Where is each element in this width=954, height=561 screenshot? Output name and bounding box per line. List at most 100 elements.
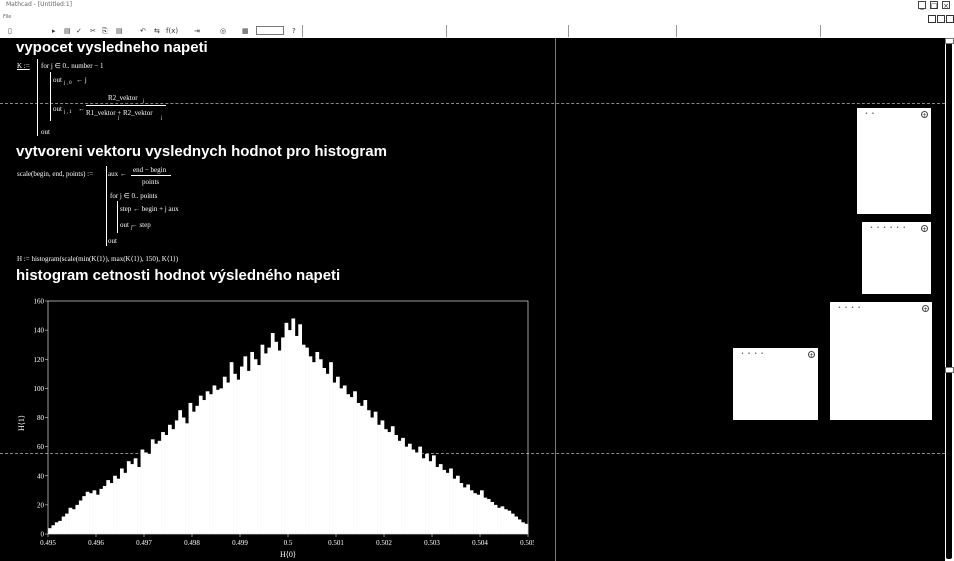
doc-close-icon[interactable]	[946, 15, 954, 23]
page-break-line	[0, 103, 945, 104]
histogram-bar	[432, 455, 436, 534]
histogram-bar	[339, 388, 344, 535]
undo-icon[interactable]: ↶	[140, 27, 146, 35]
close-button[interactable]: ×	[942, 1, 950, 10]
y-tick-label: 160	[34, 298, 45, 306]
k-out-sub: j , 0	[64, 81, 72, 86]
histogram-bar	[243, 356, 248, 534]
histogram-bar	[462, 487, 467, 534]
x-tick-label: 0.502	[376, 539, 392, 547]
panel-expand-icon[interactable]: +	[921, 225, 928, 233]
histogram-bar	[164, 434, 169, 534]
histogram-bar	[240, 366, 244, 534]
histogram-bar	[390, 426, 395, 534]
new-icon[interactable]: ▯	[8, 27, 12, 35]
zoom-select[interactable]: 125%	[256, 26, 284, 35]
histogram-bar	[305, 347, 309, 534]
histogram-bar	[116, 478, 121, 534]
histogram-bar	[336, 376, 340, 534]
histogram-bar	[54, 522, 59, 534]
properties-panel[interactable]: • • • • • • +	[862, 222, 931, 294]
toolbar-separator	[820, 25, 821, 37]
histogram-bar	[85, 491, 90, 534]
worksheet[interactable]: vypocet vysledneho napeti K := for j ∈ 0…	[0, 38, 945, 561]
histogram-bar	[168, 424, 172, 534]
histogram-bar	[212, 385, 217, 534]
k-lhs: K :=	[17, 62, 30, 70]
minimize-button[interactable]: _	[918, 1, 926, 10]
histogram-definition[interactable]: H := histogram(scale(min(K⟨1⟩), max(K⟨1⟩…	[17, 255, 178, 263]
histogram-bar	[322, 367, 327, 534]
histogram-bar	[456, 475, 460, 534]
help-icon[interactable]: ?	[292, 27, 296, 35]
histogram-bar	[102, 485, 107, 534]
unit-icon[interactable]: ⇥	[194, 27, 200, 35]
histogram-bar	[425, 453, 429, 534]
cut-icon[interactable]: ✂	[90, 27, 96, 35]
histogram-bar	[356, 402, 361, 534]
y-tick-label: 60	[37, 443, 45, 451]
x-axis-label: H⟨0⟩	[280, 550, 296, 559]
histogram-bar	[445, 472, 450, 534]
histogram-bar	[257, 365, 261, 534]
program-bar-inner	[50, 72, 51, 121]
histogram-bar	[318, 359, 323, 534]
toolbar: ▯ ▸ ▤ ✓ ✂ ⎘ ▤ ↶ ⇆ f(x) ⇥ ◎ ▦ 125% ?	[0, 24, 954, 39]
scrollbar-thumb[interactable]	[946, 40, 952, 559]
align-icon[interactable]: ⇆	[154, 27, 160, 35]
fraction-line	[86, 105, 166, 106]
save-icon[interactable]: ▤	[64, 27, 71, 35]
x-tick-label: 0.499	[232, 539, 248, 547]
histogram-bar	[435, 467, 440, 534]
histogram-bar	[342, 385, 347, 534]
resource-icon[interactable]: ◎	[220, 27, 226, 35]
x-tick-label: 0.495	[40, 539, 56, 547]
histogram-bar	[312, 362, 316, 534]
y-tick-label: 100	[34, 385, 45, 393]
vertical-scrollbar[interactable]	[945, 38, 954, 561]
histogram-bar	[68, 507, 73, 534]
scale-lhs: scale(begin, end, points) :=	[17, 170, 94, 178]
check-icon[interactable]: ✓	[76, 27, 82, 35]
y-axis-label: H⟨1⟩	[17, 415, 26, 431]
panel-expand-icon[interactable]: +	[921, 111, 928, 119]
histogram-bar	[298, 324, 303, 534]
histogram-plot[interactable]: 0 20 40 60 80 100 120 140 160 0.495 0.496 0.497 0.49…	[14, 295, 536, 561]
histogram-bar	[192, 411, 196, 534]
doc-restore-icon-2[interactable]	[937, 15, 945, 23]
histogram-bar	[397, 440, 402, 534]
panel-expand-icon[interactable]: +	[808, 351, 815, 359]
histogram-bar	[366, 410, 371, 534]
properties-panel[interactable]: • • • • +	[830, 302, 932, 420]
menu-file[interactable]: File	[3, 14, 11, 20]
histogram-bar	[469, 490, 474, 534]
panel-expand-icon[interactable]: +	[922, 305, 929, 313]
maximize-button[interactable]: □	[930, 1, 938, 10]
histogram-bar	[178, 410, 183, 534]
toolbar-separator	[568, 25, 569, 37]
histogram-bar	[408, 443, 412, 534]
histogram-bar	[442, 469, 447, 534]
insert-function-icon[interactable]: f(x)	[166, 27, 178, 35]
k-return: out	[41, 128, 50, 136]
copy-icon[interactable]: ⎘	[102, 27, 108, 35]
scroll-up-button[interactable]	[945, 38, 954, 44]
k-num: R2_vektor	[108, 94, 138, 102]
histogram-bar	[99, 488, 104, 534]
open-icon[interactable]: ▸	[52, 27, 56, 35]
scroll-position-marker[interactable]	[945, 367, 954, 373]
histogram-bar	[373, 411, 378, 534]
page-margin-line	[555, 38, 556, 561]
histogram-bar	[428, 461, 433, 534]
k-den-sub1: j	[118, 116, 120, 121]
paste-icon[interactable]: ▤	[116, 27, 123, 35]
properties-panel[interactable]: • • +	[857, 108, 931, 214]
histogram-bar	[260, 344, 265, 534]
k-for-line: for j ∈ 0.. number − 1	[41, 62, 104, 70]
y-tick-label: 20	[37, 501, 45, 509]
matrix-icon[interactable]: ▦	[242, 27, 249, 35]
histogram-bar	[349, 397, 354, 534]
doc-restore-icon[interactable]	[928, 15, 936, 23]
properties-panel[interactable]: • • • • +	[733, 348, 818, 420]
histogram-bar	[198, 395, 203, 534]
